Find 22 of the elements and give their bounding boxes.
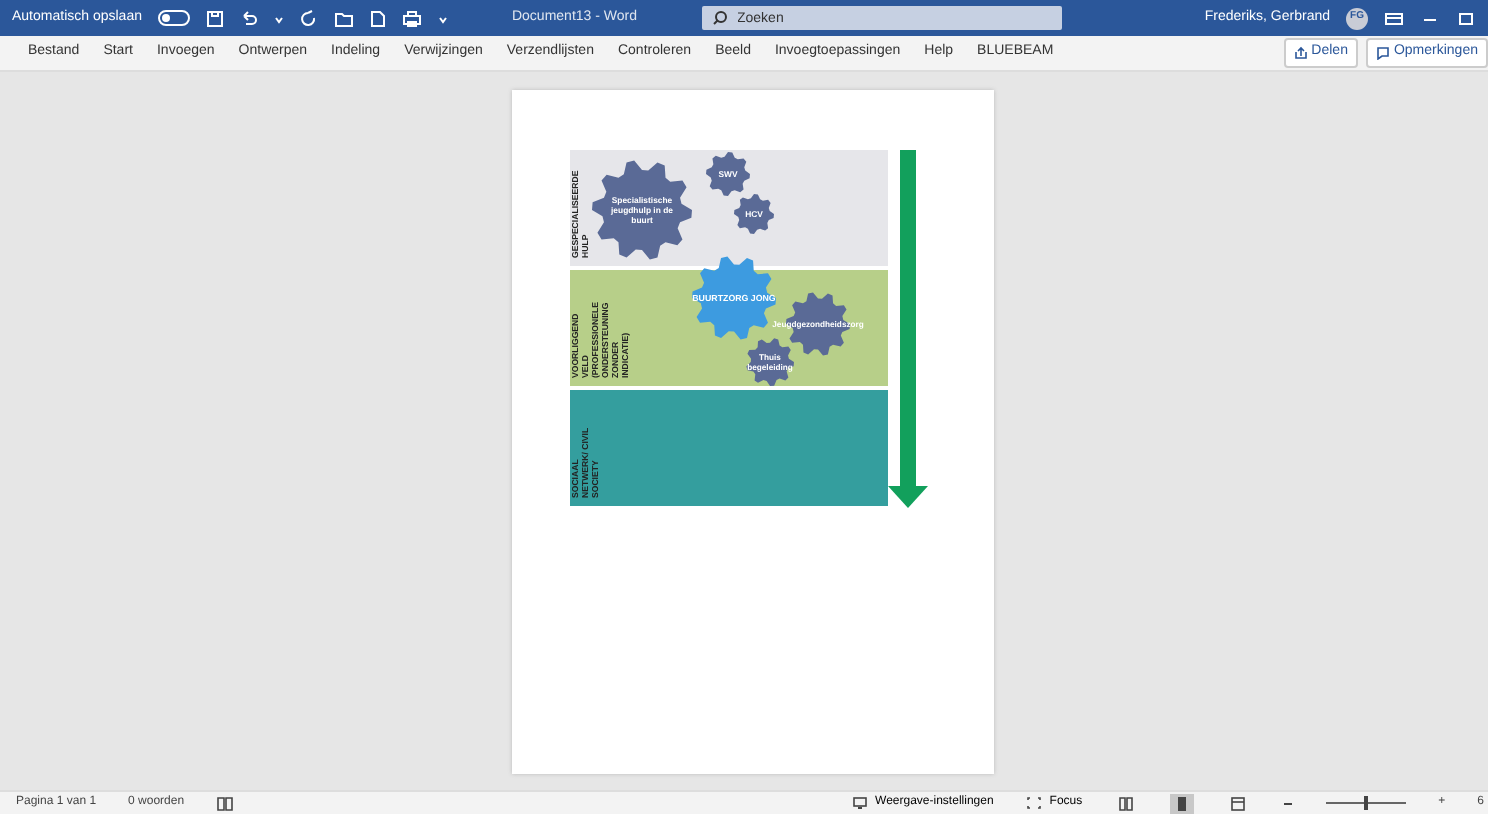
save-icon[interactable] — [205, 9, 224, 27]
web-layout-button[interactable] — [1226, 793, 1251, 813]
focus-icon — [1025, 796, 1042, 810]
share-icon — [1293, 46, 1308, 60]
zoom-slider-thumb[interactable] — [1364, 796, 1369, 810]
monitor-icon — [851, 796, 868, 810]
document-icon[interactable] — [369, 9, 386, 27]
read-mode-icon — [1118, 795, 1135, 811]
redo-icon[interactable] — [299, 9, 318, 27]
printer-icon[interactable] — [401, 9, 422, 27]
autosave-toggle[interactable] — [157, 10, 190, 26]
comment-icon — [1375, 46, 1390, 60]
book-icon[interactable] — [216, 795, 235, 811]
minus-icon[interactable] — [1282, 797, 1295, 809]
undo-icon[interactable] — [239, 9, 258, 27]
web-layout-icon — [1230, 795, 1247, 811]
folder-icon[interactable] — [333, 9, 354, 27]
restore-icon[interactable] — [1456, 9, 1476, 27]
read-mode-button[interactable] — [1114, 793, 1139, 813]
print-layout-button[interactable] — [1170, 793, 1195, 813]
print-layout-icon — [1174, 795, 1191, 811]
ribbon-display-icon[interactable] — [1384, 9, 1404, 27]
